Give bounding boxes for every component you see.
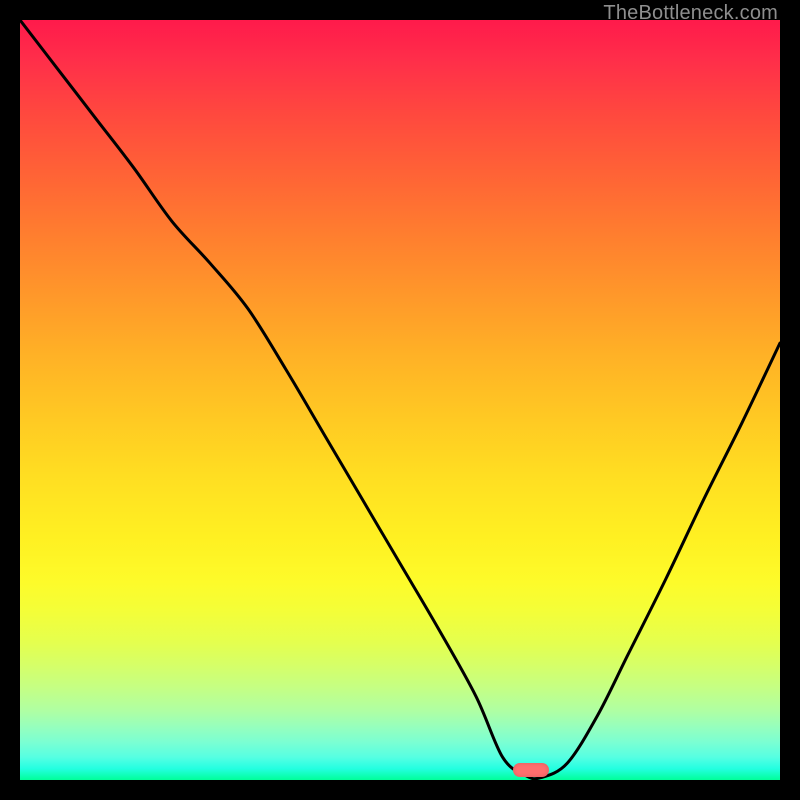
bottleneck-curve <box>20 20 780 780</box>
watermark-text: TheBottleneck.com <box>603 2 778 25</box>
chart-stage: TheBottleneck.com <box>0 0 800 800</box>
bottleneck-marker <box>513 763 549 777</box>
plot-area <box>20 20 780 780</box>
